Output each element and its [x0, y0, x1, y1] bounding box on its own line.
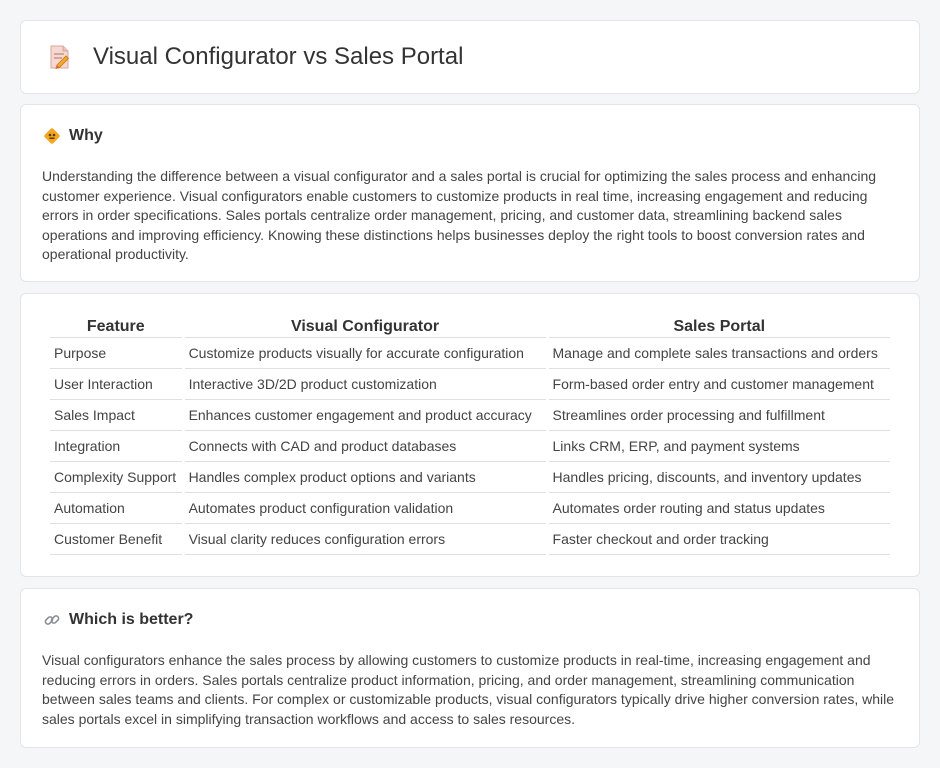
sales-portal-cell: Manage and complete sales transactions a…: [548, 338, 890, 369]
table-row: Purpose Customize products visually for …: [50, 338, 890, 369]
better-title: Which is better?: [69, 611, 194, 628]
table-row: User Interaction Interactive 3D/2D produ…: [50, 369, 890, 400]
feature-cell: Sales Impact: [50, 400, 182, 431]
table-header-row: Feature Visual Configurator Sales Portal: [50, 316, 890, 338]
comparison-table-card: Feature Visual Configurator Sales Portal…: [20, 293, 920, 577]
visual-configurator-cell: Visual clarity reduces configuration err…: [184, 524, 546, 555]
sales-portal-cell: Links CRM, ERP, and payment systems: [548, 431, 890, 462]
header-feature: Feature: [50, 316, 182, 338]
comparison-table: Feature Visual Configurator Sales Portal…: [47, 316, 893, 555]
why-diamond-icon: [44, 128, 60, 144]
visual-configurator-cell: Enhances customer engagement and product…: [184, 400, 546, 431]
header-visual-configurator: Visual Configurator: [184, 316, 546, 338]
sales-portal-cell: Automates order routing and status updat…: [548, 493, 890, 524]
visual-configurator-cell: Handles complex product options and vari…: [184, 462, 546, 493]
sales-portal-cell: Streamlines order processing and fulfill…: [548, 400, 890, 431]
feature-cell: Purpose: [50, 338, 182, 369]
header-card: Visual Configurator vs Sales Portal: [20, 20, 920, 94]
visual-configurator-cell: Automates product configuration validati…: [184, 493, 546, 524]
why-title: Why: [69, 127, 103, 144]
why-heading: Why: [43, 127, 103, 145]
visual-configurator-cell: Interactive 3D/2D product customization: [184, 369, 546, 400]
feature-cell: User Interaction: [50, 369, 182, 400]
feature-cell: Complexity Support: [50, 462, 182, 493]
feature-cell: Customer Benefit: [50, 524, 182, 555]
feature-cell: Integration: [50, 431, 182, 462]
sales-portal-cell: Faster checkout and order tracking: [548, 524, 890, 555]
better-heading: Which is better?: [43, 611, 193, 629]
visual-configurator-cell: Customize products visually for accurate…: [184, 338, 546, 369]
better-text: Visual configurators enhance the sales p…: [42, 652, 895, 727]
why-text: Understanding the difference between a v…: [42, 168, 877, 263]
table-row: Automation Automates product configurati…: [50, 493, 890, 524]
visual-configurator-cell: Connects with CAD and product databases: [184, 431, 546, 462]
sales-portal-cell: Form-based order entry and customer mana…: [548, 369, 890, 400]
table-row: Complexity Support Handles complex produ…: [50, 462, 890, 493]
header-sales-portal: Sales Portal: [548, 316, 890, 338]
table-row: Sales Impact Enhances customer engagemen…: [50, 400, 890, 431]
document-pencil-icon: [50, 45, 70, 70]
title-row: Visual Configurator vs Sales Portal: [45, 43, 463, 71]
page-title: Visual Configurator vs Sales Portal: [93, 43, 464, 70]
feature-cell: Automation: [50, 493, 182, 524]
which-is-better-section: Which is better? Visual configurators en…: [20, 588, 920, 748]
link-icon: [44, 615, 60, 625]
table-row: Customer Benefit Visual clarity reduces …: [50, 524, 890, 555]
why-section: Why Understanding the difference between…: [20, 104, 920, 282]
table-row: Integration Connects with CAD and produc…: [50, 431, 890, 462]
sales-portal-cell: Handles pricing, discounts, and inventor…: [548, 462, 890, 493]
